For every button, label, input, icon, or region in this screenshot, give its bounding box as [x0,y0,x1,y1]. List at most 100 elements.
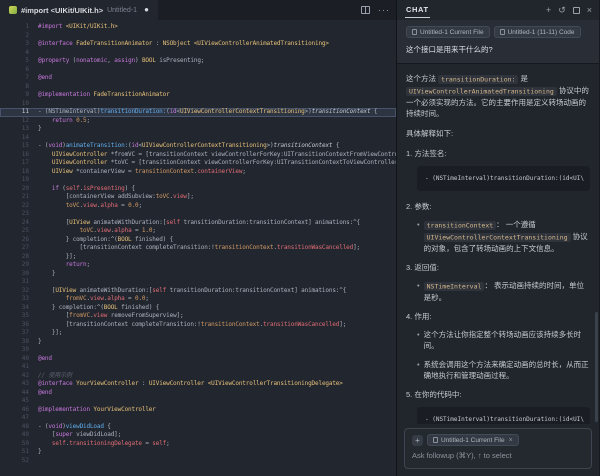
code-text [38,100,396,109]
text-run: 4. 作用: [406,312,431,321]
code-line[interactable]: 22 toVC.view.alpha = 0.0; [0,202,396,211]
bullet-icon: • [417,329,420,351]
context-pill-label: Untitled-1 (11-11) Code [508,29,575,36]
remove-context-icon[interactable]: × [509,437,513,444]
bullet-icon: • [417,359,420,381]
code-line[interactable]: 10 [0,100,396,109]
code-text: - (NSTimeInterval)transitionDuration:(id… [38,108,396,117]
line-number: 40 [0,355,38,364]
code-line[interactable]: 16 UIViewController *fromVC = [transitio… [0,151,396,160]
code-line[interactable]: 32 [UIView animateWithDuration:[self tra… [0,287,396,296]
code-line[interactable]: 51} [0,448,396,457]
code-line[interactable]: 35 [fromVC.view removeFromSuperview]; [0,312,396,321]
line-number: 1 [0,23,38,32]
code-line[interactable]: 3@interface FadeTransitionAnimator : NSO… [0,40,396,49]
code-line[interactable]: 20 if (self.isPresenting) { [0,185,396,194]
code-line[interactable]: 40@end [0,355,396,364]
line-number: 16 [0,151,38,160]
code-line[interactable]: 45 [0,397,396,406]
code-text: @end [38,355,396,364]
code-text [38,363,396,372]
code-line[interactable]: 50 self.transitioningDelegate = self; [0,440,396,449]
code-line[interactable]: 41 [0,363,396,372]
chat-scrollbar[interactable] [595,312,598,422]
line-number: 5 [0,57,38,66]
code-line[interactable]: 7@end [0,74,396,83]
code-line[interactable]: 42// 使用示例 [0,372,396,381]
assistant-message: 这个方法 transitionDuration: 是 UIViewControl… [397,64,599,424]
chat-input-box[interactable]: + Untitled-1 Current File × Ask followup… [404,428,592,469]
code-line[interactable]: 31 [0,278,396,287]
line-number: 25 [0,227,38,236]
split-editor-icon[interactable] [361,6,370,14]
code-line[interactable]: 29 return; [0,261,396,270]
code-line[interactable]: 18 UIView *containerView = transitionCon… [0,168,396,177]
code-line[interactable]: 36 [transitionContext completeTransition… [0,321,396,330]
code-text [38,176,396,185]
code-line[interactable]: 30 } [0,270,396,279]
code-line[interactable]: 19 [0,176,396,185]
line-number: 49 [0,431,38,440]
code-editor[interactable]: 1#import <UIKit/UIKit.h>23@interface Fad… [0,20,396,476]
code-line[interactable]: 52 [0,457,396,466]
code-line[interactable]: 27 [transitionContext completeTransition… [0,244,396,253]
code-line[interactable]: 25 toVC.view.alpha = 1.0; [0,227,396,236]
history-icon[interactable]: ↺ [558,6,566,15]
code-line[interactable]: 28 }]; [0,253,396,262]
code-line[interactable]: 14 [0,134,396,143]
code-line[interactable]: 48- (void)viewDidLoad { [0,423,396,432]
chat-message-list[interactable]: Untitled-1 Current File Untitled-1 (11-11… [397,20,599,424]
open-in-editor-icon[interactable] [573,7,580,14]
code-line[interactable]: 24 [UIView animateWithDuration:[self tra… [0,219,396,228]
code-line[interactable]: 44@end [0,389,396,398]
chat-input-placeholder[interactable]: Ask followup (⌘Y), ↑ to select [412,451,584,460]
code-line[interactable]: 5@property (nonatomic, assign) BOOL isPr… [0,57,396,66]
code-line[interactable]: 15- (void)animateTransition:(id<UIViewCo… [0,142,396,151]
line-number: 8 [0,83,38,92]
add-context-button[interactable]: + [412,435,423,446]
code-line[interactable]: 13} [0,125,396,134]
chat-tab-title[interactable]: CHAT [405,2,430,18]
code-line[interactable]: 43@interface YourViewController : UIView… [0,380,396,389]
input-context-pill[interactable]: Untitled-1 Current File × [427,434,519,446]
code-line[interactable]: 6 [0,66,396,75]
unsaved-dot-icon[interactable]: ● [144,6,149,14]
code-line[interactable]: 38} [0,338,396,347]
code-line[interactable]: 21 [containerView addSubview:toVC.view]; [0,193,396,202]
code-line[interactable]: 37 }]; [0,329,396,338]
tab-description: Untitled-1 [107,7,137,14]
code-line[interactable]: 26 } completion:^(BOOL finished) { [0,236,396,245]
code-line[interactable]: 1#import <UIKit/UIKit.h> [0,23,396,32]
more-actions-icon[interactable]: ··· [378,5,390,15]
code-text: UIViewController *fromVC = [transitionCo… [38,151,396,160]
line-number: 19 [0,176,38,185]
tab-title: #import <UIKit/UIKit.h> [21,6,103,15]
code-line[interactable]: 12 return 0.5; [0,117,396,126]
code-line[interactable]: 39 [0,346,396,355]
close-chat-icon[interactable]: × [587,6,592,15]
line-number: 17 [0,159,38,168]
code-line[interactable]: 46@implementation YourViewController [0,406,396,415]
code-line[interactable]: 47 [0,414,396,423]
line-number: 22 [0,202,38,211]
code-line[interactable]: 49 [super viewDidLoad]; [0,431,396,440]
line-number: 44 [0,389,38,398]
editor-tab-untitled-1[interactable]: #import <UIKit/UIKit.h> Untitled-1 ● [0,0,158,20]
new-chat-icon[interactable]: + [546,6,551,15]
code-text: return; [38,261,396,270]
code-line[interactable]: 2 [0,32,396,41]
code-line[interactable]: 9@implementation FadeTransitionAnimator [0,91,396,100]
code-text: @property (nonatomic, assign) BOOL isPre… [38,57,396,66]
code-line[interactable]: 34 } completion:^(BOOL finished) { [0,304,396,313]
code-text: toVC.view.alpha = 1.0; [38,227,396,236]
context-pill[interactable]: Untitled-1 Current File [406,26,490,38]
context-pill[interactable]: Untitled-1 (11-11) Code [494,26,581,38]
line-number: 36 [0,321,38,330]
code-line[interactable]: 11- (NSTimeInterval)transitionDuration:(… [0,108,396,117]
code-line[interactable]: 33 fromVC.view.alpha = 0.0; [0,295,396,304]
code-line[interactable]: 17 UIViewController *toVC = [transitionC… [0,159,396,168]
code-text: - (void)animateTransition:(id<UIViewCont… [38,142,396,151]
code-line[interactable]: 23 [0,210,396,219]
code-line[interactable]: 4 [0,49,396,58]
code-line[interactable]: 8 [0,83,396,92]
